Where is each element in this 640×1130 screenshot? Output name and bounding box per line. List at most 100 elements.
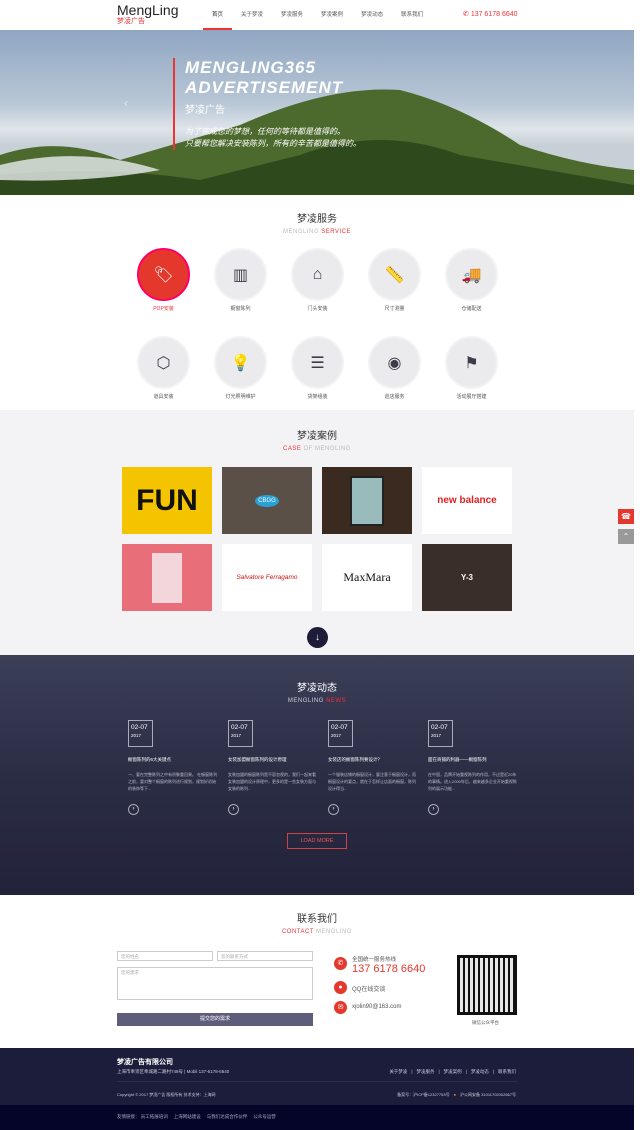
case-item[interactable]: MaxMara bbox=[322, 544, 412, 611]
service-item[interactable]: ◉ 巡店服务 bbox=[368, 336, 421, 400]
back-to-top-button[interactable]: ⌃ bbox=[618, 529, 634, 544]
divider bbox=[117, 1081, 517, 1082]
service-circle: ⌂ bbox=[291, 248, 344, 301]
news-item[interactable]: 02-07 2017 橱窗陈列的6大关键点一、要在完整陈列之中有积聚重回果。 在橱窗… bbox=[128, 720, 218, 815]
section-title: 联系我们 bbox=[297, 914, 337, 925]
eye-icon: ◉ bbox=[387, 354, 402, 372]
case-item[interactable]: Salvatore Ferragamo bbox=[222, 544, 312, 611]
nav-services[interactable]: 梦凌服务 bbox=[272, 0, 312, 30]
footer-link[interactable]: 梦凌案例 bbox=[444, 1069, 462, 1075]
service-circle: ⚑ bbox=[445, 336, 498, 389]
cases-grid: FUN CBGG new balance Salvatore Ferragamo… bbox=[122, 467, 512, 611]
news-item[interactable]: 02-07 2017 女装加盟橱窗陈列的设计原理 女装加盟的橱窗陈列是不容忽视的，我们… bbox=[228, 720, 318, 815]
section-title: 梦凌案例 bbox=[297, 431, 337, 442]
case-item[interactable] bbox=[322, 467, 412, 534]
news-grid: 02-07 2017 橱窗陈列的6大关键点一、要在完整陈列之中有积聚重回果。 在橱窗… bbox=[128, 720, 518, 815]
footer-link[interactable]: 梦凌服务 bbox=[416, 1069, 434, 1075]
phone-number: 137 6178 6640 bbox=[470, 11, 518, 18]
case-item[interactable]: Y-3 bbox=[422, 544, 512, 611]
section-title: 梦凌服务 bbox=[297, 214, 337, 225]
service-item[interactable]: 🚚 仓储配送 bbox=[445, 248, 498, 312]
friend-links: 员工拓展培训 上海网站建设 与我们达成合作伙伴 公众号运营 bbox=[141, 1114, 282, 1119]
news-date: 02-07 2017 bbox=[128, 720, 153, 747]
service-item[interactable]: 💡 灯光照明维护 bbox=[214, 336, 267, 400]
service-label: 活动展厅搭建 bbox=[456, 394, 487, 400]
arrow-right-icon[interactable]: › bbox=[128, 804, 139, 815]
services-section: 梦凌服务 MENGLING SERVICE 🏷 POP安装 ▥ 橱窗陈列 ⌂ 门头安装 📏 尺… bbox=[0, 195, 634, 410]
case-item[interactable]: new balance bbox=[422, 467, 512, 534]
logo-subtext: 梦凌广告 bbox=[117, 18, 145, 25]
news-date: 02-07 2017 bbox=[328, 720, 353, 747]
hero-subtitle: 梦凌广告 bbox=[185, 105, 225, 116]
news-title[interactable]: 橱窗陈列的6大关键点 bbox=[128, 757, 218, 763]
service-item[interactable]: 🏷 POP安装 bbox=[137, 248, 190, 312]
needs-textarea[interactable]: 您的需求 bbox=[117, 967, 313, 1000]
service-item[interactable]: ⬡ 道具安装 bbox=[137, 336, 190, 400]
prev-slide-arrow[interactable]: ‹ bbox=[124, 96, 128, 110]
hero-title: MENGLING365 bbox=[185, 58, 316, 77]
ruler-icon: 📏 bbox=[384, 266, 405, 284]
storefront-icon: ⌂ bbox=[312, 265, 323, 283]
news-item[interactable]: 02-07 2017 女装店的橱窗陈列要设计？ 一个服装店铺的橱窗设计，要注意于橱窗设… bbox=[328, 720, 418, 815]
news-excerpt: 在中国，品牌开始重视陈列的作用，不过是近20年的事情。进入2000年后，越来越多… bbox=[428, 772, 517, 791]
police-badge-icon: ● bbox=[453, 1092, 457, 1097]
email-icon: ✉ bbox=[334, 1001, 347, 1014]
footer-address: 上海市奉贤区奉城路二路村748号 | Mobil 137-6178-6640 bbox=[117, 1069, 230, 1074]
name-input[interactable]: 您的姓名 bbox=[117, 951, 213, 961]
shelf-icon: ☰ bbox=[310, 354, 325, 372]
news-item[interactable]: 02-07 2017 面在商铺的利器——橱窗陈列 在中国，品牌开始重视陈列的作用，不过… bbox=[428, 720, 518, 815]
nav-home[interactable]: 首页 bbox=[203, 0, 233, 30]
logo[interactable]: MengLing 梦凌广告 bbox=[117, 3, 179, 26]
footer-link[interactable]: 关于梦凌 bbox=[389, 1069, 407, 1075]
friend-link[interactable]: 上海网站建设 bbox=[174, 1114, 201, 1119]
nav-contact[interactable]: 联系我们 bbox=[392, 0, 432, 30]
truck-icon: 🚚 bbox=[461, 266, 482, 284]
service-item[interactable]: 📏 尺寸测量 bbox=[368, 248, 421, 312]
email-link[interactable]: xjolin90@163.com bbox=[352, 1004, 401, 1010]
service-item[interactable]: ▥ 橱窗陈列 bbox=[214, 248, 267, 312]
news-excerpt: 女装加盟的橱窗陈列是不容忽视的，我们一起来看女装加盟的设计原理中，更多的是一些女… bbox=[228, 772, 316, 791]
phone-icon: ✆ bbox=[463, 11, 471, 18]
case-item[interactable]: CBGG bbox=[222, 467, 312, 534]
service-item[interactable]: ☰ 货架组装 bbox=[291, 336, 344, 400]
footer-links: 关于梦凌 | 梦凌服务 | 梦凌案例 | 梦凌动态 | 联系我们 bbox=[389, 1069, 516, 1075]
arrow-right-icon[interactable]: › bbox=[228, 804, 239, 815]
news-title[interactable]: 女装加盟橱窗陈列的设计原理 bbox=[228, 757, 318, 763]
separator: | bbox=[465, 1069, 467, 1074]
section-subtitle: MENGLING SERVICE bbox=[283, 229, 351, 235]
nav-news[interactable]: 梦凌动态 bbox=[352, 0, 392, 30]
news-excerpt: 一、要在完整陈列之中有积聚重回果。 在橱窗陈列之前，要对整个橱窗的陈列进行规划，… bbox=[128, 772, 218, 791]
arrow-right-icon[interactable]: › bbox=[428, 804, 439, 815]
case-item[interactable]: FUN bbox=[122, 467, 212, 534]
nav-about[interactable]: 关于梦凌 bbox=[232, 0, 272, 30]
service-item[interactable]: ⚑ 活动展厅搭建 bbox=[445, 336, 498, 400]
phone-input[interactable]: 您的联系方式 bbox=[217, 951, 313, 961]
service-item[interactable]: ⌂ 门头安装 bbox=[291, 248, 344, 312]
section-subtitle: CASE OF MENGLING bbox=[282, 446, 351, 452]
window-icon: ▥ bbox=[232, 266, 249, 284]
friend-link[interactable]: 公众号运营 bbox=[253, 1114, 276, 1119]
nav-cases[interactable]: 梦凌案例 bbox=[312, 0, 352, 30]
phone-icon: ✆ bbox=[334, 957, 347, 970]
news-title[interactable]: 面在商铺的利器——橱窗陈列 bbox=[428, 757, 518, 763]
news-title[interactable]: 女装店的橱窗陈列要设计？ bbox=[328, 757, 418, 763]
case-item[interactable] bbox=[122, 544, 212, 611]
footer-link[interactable]: 梦凌动态 bbox=[471, 1069, 489, 1075]
scroll-down-button[interactable]: ↓ bbox=[307, 627, 328, 648]
hero-banner: MENGLING365 ADVERTISEMENT 梦凌广告 为了完成您的梦想，… bbox=[0, 30, 634, 195]
qr-code bbox=[457, 955, 517, 1015]
service-circle: ⬡ bbox=[137, 336, 190, 389]
icp-text: 备案号：沪ICP备12327753号 bbox=[397, 1092, 450, 1097]
header: MengLing 梦凌广告 首页 关于梦凌 梦凌服务 梦凌案例 梦凌动态 联系我… bbox=[0, 0, 640, 30]
header-phone: ✆ 137 6178 6640 bbox=[463, 10, 518, 18]
qq-chat-link[interactable]: QQ在线交谈 bbox=[352, 984, 385, 993]
footer-link[interactable]: 联系我们 bbox=[498, 1069, 516, 1075]
arrow-right-icon[interactable]: › bbox=[328, 804, 339, 815]
friend-link[interactable]: 与我们达成合作伙伴 bbox=[207, 1114, 248, 1119]
load-more-button[interactable]: LOAD MORE bbox=[287, 833, 347, 849]
police-text: 沪公网安备 31011702002667号 bbox=[460, 1092, 516, 1097]
customer-service-button[interactable]: ☎ bbox=[618, 509, 634, 524]
submit-button[interactable]: 提交您的需求 bbox=[117, 1013, 313, 1026]
friend-link[interactable]: 员工拓展培训 bbox=[141, 1114, 168, 1119]
bulb-icon: 💡 bbox=[230, 354, 251, 372]
